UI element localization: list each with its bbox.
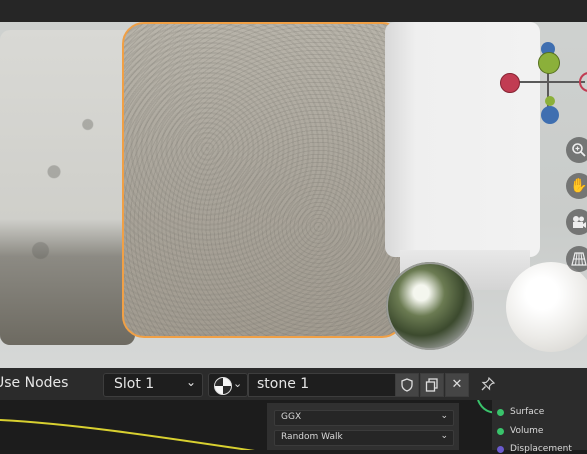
unlink-close-icon[interactable]: ✕ — [445, 373, 469, 397]
volume-socket-label: Volume — [510, 426, 544, 436]
slot-label: Slot 1 — [114, 376, 155, 392]
gizmo-y-axis[interactable] — [538, 52, 560, 74]
pan-hand-icon[interactable]: ✋ — [566, 173, 587, 199]
chevron-down-icon: ⌄ — [440, 431, 448, 441]
chevron-down-icon: ⌄ — [233, 377, 243, 390]
cube-white[interactable] — [385, 22, 540, 257]
gizmo-neg-z-axis[interactable] — [541, 106, 559, 124]
gizmo-x-axis[interactable] — [579, 72, 587, 92]
cube-grey-concrete[interactable] — [0, 30, 135, 345]
material-sphere-icon — [214, 377, 232, 395]
chevron-down-icon: ⌄ — [185, 375, 196, 389]
surface-socket[interactable] — [497, 409, 504, 416]
material-name-field[interactable]: stone 1 — [248, 373, 396, 397]
sphere-white-preview[interactable] — [506, 262, 587, 352]
cube-stone-selected[interactable] — [122, 22, 404, 338]
browse-material-button[interactable]: ⌄ — [208, 373, 248, 397]
gizmo-neg-y-axis[interactable] — [545, 96, 555, 106]
material-slot-dropdown[interactable]: Slot 1 ⌄ — [103, 373, 203, 397]
duplicate-material-icon[interactable] — [420, 373, 444, 397]
chevron-down-icon: ⌄ — [440, 411, 448, 421]
gizmo-axis-line — [510, 81, 585, 83]
viewport-topbar — [0, 0, 587, 22]
fake-user-shield-icon[interactable] — [395, 373, 419, 397]
subsurface-method-dropdown[interactable]: Random Walk ⌄ — [274, 430, 454, 446]
distribution-dropdown[interactable]: GGX ⌄ — [274, 410, 454, 426]
volume-socket[interactable] — [497, 428, 504, 435]
zoom-icon[interactable] — [566, 137, 587, 163]
material-name-text: stone 1 — [257, 376, 310, 392]
3d-viewport[interactable]: ✋ — [0, 0, 587, 368]
surface-socket-label: Surface — [510, 407, 545, 417]
grid-perspective-icon[interactable] — [566, 246, 587, 272]
displacement-socket-label: Displacement — [510, 444, 572, 454]
sphere-chrome-preview[interactable] — [386, 262, 474, 350]
gizmo-neg-x-axis[interactable] — [500, 73, 520, 93]
subsurface-method-value: Random Walk — [281, 432, 343, 442]
pin-icon[interactable] — [478, 373, 498, 395]
distribution-value: GGX — [281, 412, 302, 422]
camera-icon[interactable] — [566, 209, 587, 235]
use-nodes-toggle[interactable]: Use Nodes — [0, 375, 68, 391]
